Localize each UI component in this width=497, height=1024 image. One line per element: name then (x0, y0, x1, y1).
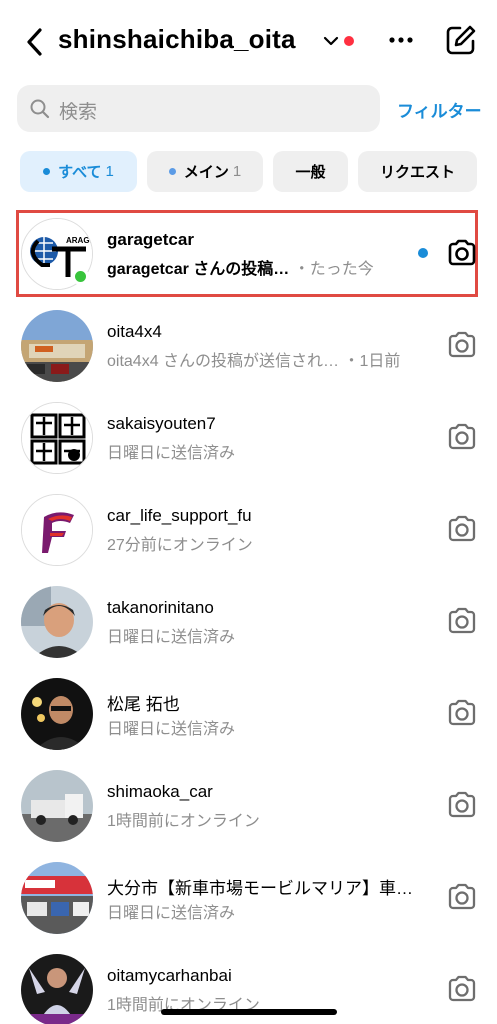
conversation-name: sakaisyouten7 (107, 414, 216, 433)
conversation-name: 松尾 拓也 (107, 695, 180, 714)
avatar (21, 402, 93, 474)
chip-dot (168, 168, 176, 175)
compose-icon[interactable] (444, 23, 478, 57)
home-indicator (161, 1009, 337, 1015)
avatar (21, 678, 93, 750)
unread-dot (418, 248, 428, 258)
conversation-preview: garagetcar さんの投稿… ・たった今 (107, 255, 374, 279)
account-title[interactable]: shinshaichiba_oita (58, 24, 296, 55)
svg-text:ARAGE: ARAGE (66, 236, 93, 245)
notification-dot (344, 36, 354, 46)
chip-label: メイン (183, 164, 229, 181)
preview-text: oita4x4 さんの投稿が送信され… (107, 353, 340, 370)
more-options-icon[interactable] (386, 28, 416, 52)
conversation-preview: 1時間前にオンライン (107, 813, 260, 830)
conversation-preview: 27分前にオンライン (107, 537, 253, 554)
avatar (21, 770, 93, 842)
conversation-row[interactable]: ARAGE garagetcar garagetcar さんの投稿… ・たった今 (0, 208, 497, 300)
conversation-preview: oita4x4 さんの投稿が送信され… ・1日前 (107, 347, 400, 371)
chip-label: すべて (58, 164, 102, 181)
camera-icon[interactable] (446, 514, 478, 544)
camera-icon[interactable] (446, 974, 478, 1004)
camera-icon[interactable] (446, 422, 478, 452)
preview-text: garagetcar さんの投稿… (107, 261, 290, 278)
chip-requests[interactable]: リクエスト (358, 151, 477, 192)
conversation-preview: 日曜日に送信済み (107, 905, 236, 922)
avatar (21, 586, 93, 658)
avatar (21, 310, 93, 382)
conversation-name: 大分市【新車市場モービルマリア】車… (107, 879, 413, 898)
conversation-preview: 日曜日に送信済み (107, 445, 236, 462)
conversation-row[interactable]: sakaisyouten7 日曜日に送信済み (0, 392, 497, 484)
conversation-name: car_life_support_fu (107, 506, 252, 525)
conversation-name: shimaoka_car (107, 782, 213, 801)
search-icon (30, 99, 50, 119)
camera-icon[interactable] (446, 882, 478, 912)
camera-icon[interactable] (446, 330, 478, 360)
preview-time: ・たった今 (293, 261, 374, 278)
online-indicator (72, 268, 89, 285)
conversation-row[interactable]: 大分市【新車市場モービルマリア】車… 日曜日に送信済み (0, 852, 497, 944)
conversation-preview: 日曜日に送信済み (107, 629, 236, 646)
conversation-row[interactable]: 松尾 拓也 日曜日に送信済み (0, 668, 497, 760)
search-placeholder: 検索 (59, 102, 98, 123)
avatar (21, 862, 93, 934)
chip-count: 1 (105, 163, 114, 180)
camera-icon[interactable] (446, 238, 478, 268)
chip-all[interactable]: すべて 1 (20, 151, 137, 192)
conversation-row[interactable]: oita4x4 oita4x4 さんの投稿が送信され… ・1日前 (0, 300, 497, 392)
chip-label: リクエスト (379, 164, 455, 181)
conversation-row[interactable]: takanorinitano 日曜日に送信済み (0, 576, 497, 668)
filter-chips: すべて 1 メイン 1 一般 リクエスト (0, 151, 497, 193)
chevron-down-icon[interactable] (322, 33, 340, 49)
camera-icon[interactable] (446, 790, 478, 820)
conversation-name: oita4x4 (107, 322, 162, 341)
preview-time: ・1日前 (343, 353, 401, 370)
conversation-name: oitamycarhanbai (107, 966, 232, 985)
avatar (21, 954, 93, 1024)
filter-button[interactable]: フィルター (397, 97, 482, 122)
chip-label: 一般 (295, 164, 326, 181)
chip-count: 1 (232, 163, 242, 180)
conversation-name: garagetcar (107, 230, 194, 249)
conversation-name: takanorinitano (107, 598, 214, 617)
chip-dot (43, 168, 51, 175)
camera-icon[interactable] (446, 606, 478, 636)
back-arrow-icon[interactable] (22, 26, 50, 58)
conversation-row[interactable]: shimaoka_car 1時間前にオンライン (0, 760, 497, 852)
search-bar[interactable]: 検索 (17, 85, 380, 132)
header: shinshaichiba_oita (0, 0, 497, 82)
conversation-row[interactable]: car_life_support_fu 27分前にオンライン (0, 484, 497, 576)
conversation-preview: 日曜日に送信済み (107, 721, 236, 738)
camera-icon[interactable] (446, 698, 478, 728)
chip-general[interactable]: 一般 (273, 151, 348, 192)
avatar (21, 494, 93, 566)
chip-main[interactable]: メイン 1 (147, 151, 263, 192)
